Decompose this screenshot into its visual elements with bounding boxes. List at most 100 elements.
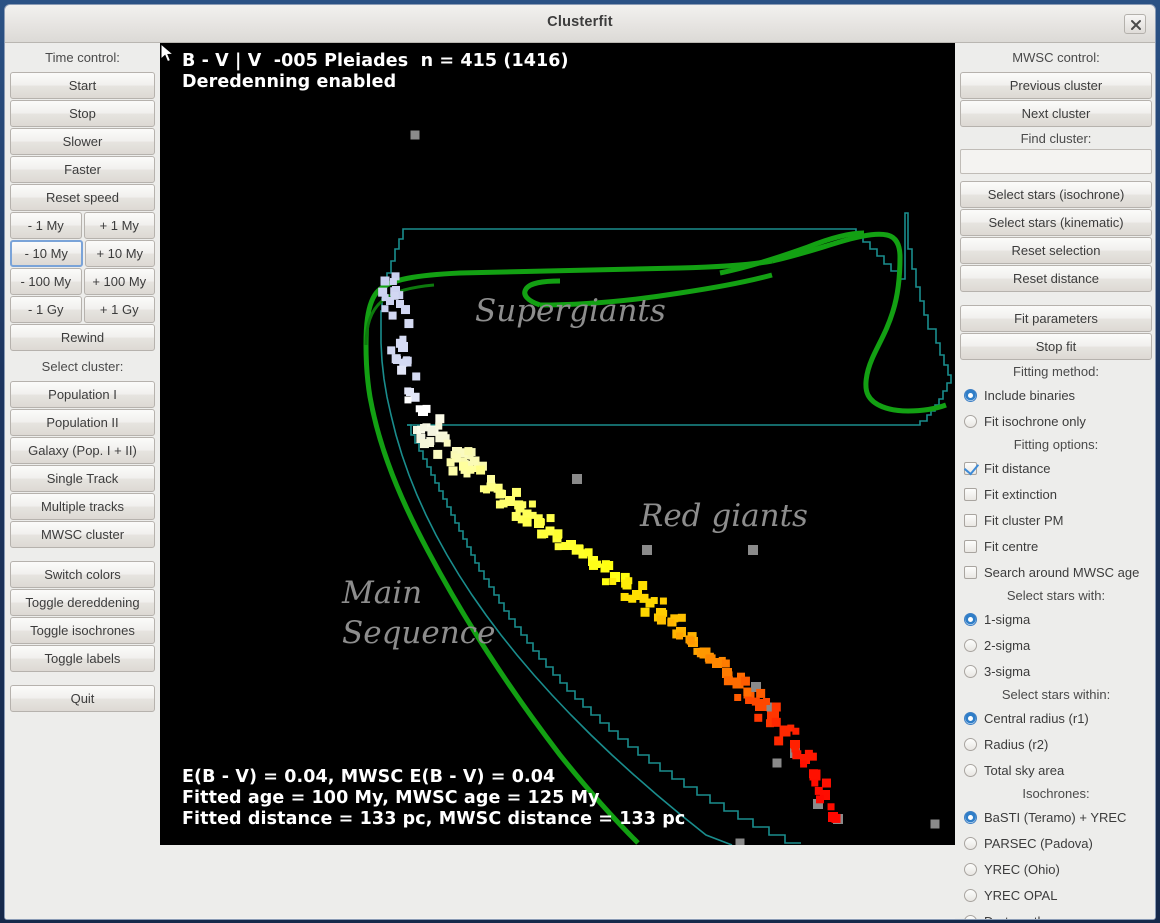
time-control-panel: Time control: Start Stop Slower Faster R…	[5, 43, 160, 919]
minus-10-my-button[interactable]: - 10 My	[10, 240, 83, 267]
isochrone-giant-loop	[771, 231, 947, 414]
radio-yrec-opal[interactable]: YREC OPAL	[955, 882, 1155, 908]
star-marker	[751, 697, 760, 706]
radio-dartmouth[interactable]: Dartmouth	[955, 908, 1155, 920]
star-marker	[589, 560, 599, 570]
minus-100-my-button[interactable]: - 100 My	[10, 268, 82, 295]
star-marker	[620, 592, 629, 601]
star-marker	[410, 130, 420, 140]
label-main-sequence: Main Sequence	[342, 573, 495, 653]
quit-button[interactable]: Quit	[10, 685, 155, 712]
radio-label: Radius (r2)	[984, 736, 1049, 752]
radio-total-sky-area[interactable]: Total sky area	[955, 757, 1155, 783]
multiple-tracks-button[interactable]: Multiple tracks	[10, 493, 155, 520]
checkbox-fit-centre[interactable]: Fit centre	[955, 533, 1155, 559]
checkbox-search-around-mwsc-age[interactable]: Search around MWSC age	[955, 559, 1155, 585]
radio-label: Include binaries	[984, 387, 1076, 403]
radio-basti-yrec[interactable]: BaSTI (Teramo) + YREC	[955, 804, 1155, 830]
minus-1-gy-button[interactable]: - 1 Gy	[10, 296, 82, 323]
plus-1-my-button[interactable]: + 1 My	[83, 212, 155, 239]
checkbox-fit-extinction[interactable]: Fit extinction	[955, 481, 1155, 507]
star-marker	[381, 294, 389, 302]
checkbox-fit-cluster-pm[interactable]: Fit cluster PM	[955, 507, 1155, 533]
population-i-button[interactable]: Population I	[10, 381, 155, 408]
checkbox-fit-distance[interactable]: Fit distance	[955, 455, 1155, 481]
population-ii-button[interactable]: Population II	[10, 409, 155, 436]
star-marker	[772, 758, 782, 768]
plus-100-my-button[interactable]: + 100 My	[83, 268, 155, 295]
radio-label: 3-sigma	[984, 663, 1031, 679]
radio-radius-r2[interactable]: Radius (r2)	[955, 731, 1155, 757]
select-stars-kinematic-button[interactable]: Select stars (kinematic)	[960, 209, 1152, 236]
reset-speed-button[interactable]: Reset speed	[10, 184, 155, 211]
star-marker	[601, 578, 609, 586]
toggle-labels-button[interactable]: Toggle labels	[10, 645, 155, 672]
radio-label: YREC OPAL	[984, 887, 1058, 903]
app-window: Clusterfit Time control: Start Stop Slow…	[4, 4, 1156, 920]
star-marker	[419, 439, 429, 449]
fit-parameters-button[interactable]: Fit parameters	[960, 305, 1152, 332]
star-marker	[754, 713, 763, 722]
next-cluster-button[interactable]: Next cluster	[960, 100, 1152, 127]
plus-10-my-button[interactable]: + 10 My	[84, 240, 155, 267]
star-marker	[511, 487, 521, 497]
select-stars-isochrone-button[interactable]: Select stars (isochrone)	[960, 181, 1152, 208]
find-cluster-input[interactable]	[960, 149, 1152, 174]
star-marker	[745, 696, 753, 704]
galaxy-button[interactable]: Galaxy (Pop. I + II)	[10, 437, 155, 464]
title-bar: Clusterfit	[5, 5, 1155, 43]
radio-include-binaries[interactable]: Include binaries	[955, 382, 1155, 408]
star-marker	[553, 530, 562, 539]
start-button[interactable]: Start	[10, 72, 155, 99]
star-marker	[464, 447, 473, 456]
star-marker	[827, 803, 835, 811]
minus-1-my-button[interactable]: - 1 My	[10, 212, 82, 239]
switch-colors-button[interactable]: Switch colors	[10, 561, 155, 588]
radio-1-sigma[interactable]: 1-sigma	[955, 606, 1155, 632]
stop-button[interactable]: Stop	[10, 100, 155, 127]
star-marker	[721, 659, 730, 668]
star-marker	[448, 466, 458, 476]
star-marker	[486, 474, 495, 483]
divider-left-1	[5, 549, 160, 561]
stop-fit-button[interactable]: Stop fit	[960, 333, 1152, 360]
star-marker	[696, 649, 705, 658]
faster-button[interactable]: Faster	[10, 156, 155, 183]
select-stars-with-label: Select stars with:	[1006, 588, 1106, 603]
slower-button[interactable]: Slower	[10, 128, 155, 155]
radio-parsec-padova[interactable]: PARSEC (Padova)	[955, 830, 1155, 856]
reset-distance-button[interactable]: Reset distance	[960, 265, 1152, 292]
radio-2-sigma[interactable]: 2-sigma	[955, 632, 1155, 658]
star-marker	[800, 760, 808, 768]
toggle-isochrones-button[interactable]: Toggle isochrones	[10, 617, 155, 644]
radio-fit-isochrone-only[interactable]: Fit isochrone only	[955, 408, 1155, 434]
mwsc-cluster-button[interactable]: MWSC cluster	[10, 521, 155, 548]
star-marker	[677, 613, 686, 622]
star-marker	[809, 769, 819, 779]
plot-footer-line2: Fitted age = 100 My, MWSC age = 125 My	[182, 788, 600, 808]
star-marker	[771, 717, 781, 727]
toggle-dereddening-button[interactable]: Toggle dereddening	[10, 589, 155, 616]
star-marker	[930, 819, 940, 829]
cmd-plot-canvas[interactable]: B - V | V -005 Pleiades n = 415 (1416) De…	[160, 43, 955, 845]
step-row-10-my: - 10 My + 10 My	[10, 240, 155, 267]
radio-icon	[964, 638, 977, 652]
radio-label: Dartmouth	[984, 914, 1045, 920]
reset-selection-button[interactable]: Reset selection	[960, 237, 1152, 264]
radio-icon	[964, 862, 977, 876]
rewind-button[interactable]: Rewind	[10, 324, 155, 351]
plus-1-gy-button[interactable]: + 1 Gy	[83, 296, 155, 323]
previous-cluster-button[interactable]: Previous cluster	[960, 72, 1152, 99]
radio-icon	[964, 664, 977, 678]
radio-central-radius[interactable]: Central radius (r1)	[955, 705, 1155, 731]
plot-title: B - V | V -005 Pleiades n = 415 (1416) De…	[182, 51, 569, 93]
single-track-button[interactable]: Single Track	[10, 465, 155, 492]
radio-3-sigma[interactable]: 3-sigma	[955, 658, 1155, 684]
step-row-100-my: - 100 My + 100 My	[10, 268, 155, 295]
star-marker	[400, 305, 410, 315]
star-marker	[790, 742, 798, 750]
radio-yrec-ohio[interactable]: YREC (Ohio)	[955, 856, 1155, 882]
star-marker	[659, 597, 667, 605]
close-button[interactable]	[1124, 14, 1146, 34]
star-marker	[814, 786, 823, 795]
